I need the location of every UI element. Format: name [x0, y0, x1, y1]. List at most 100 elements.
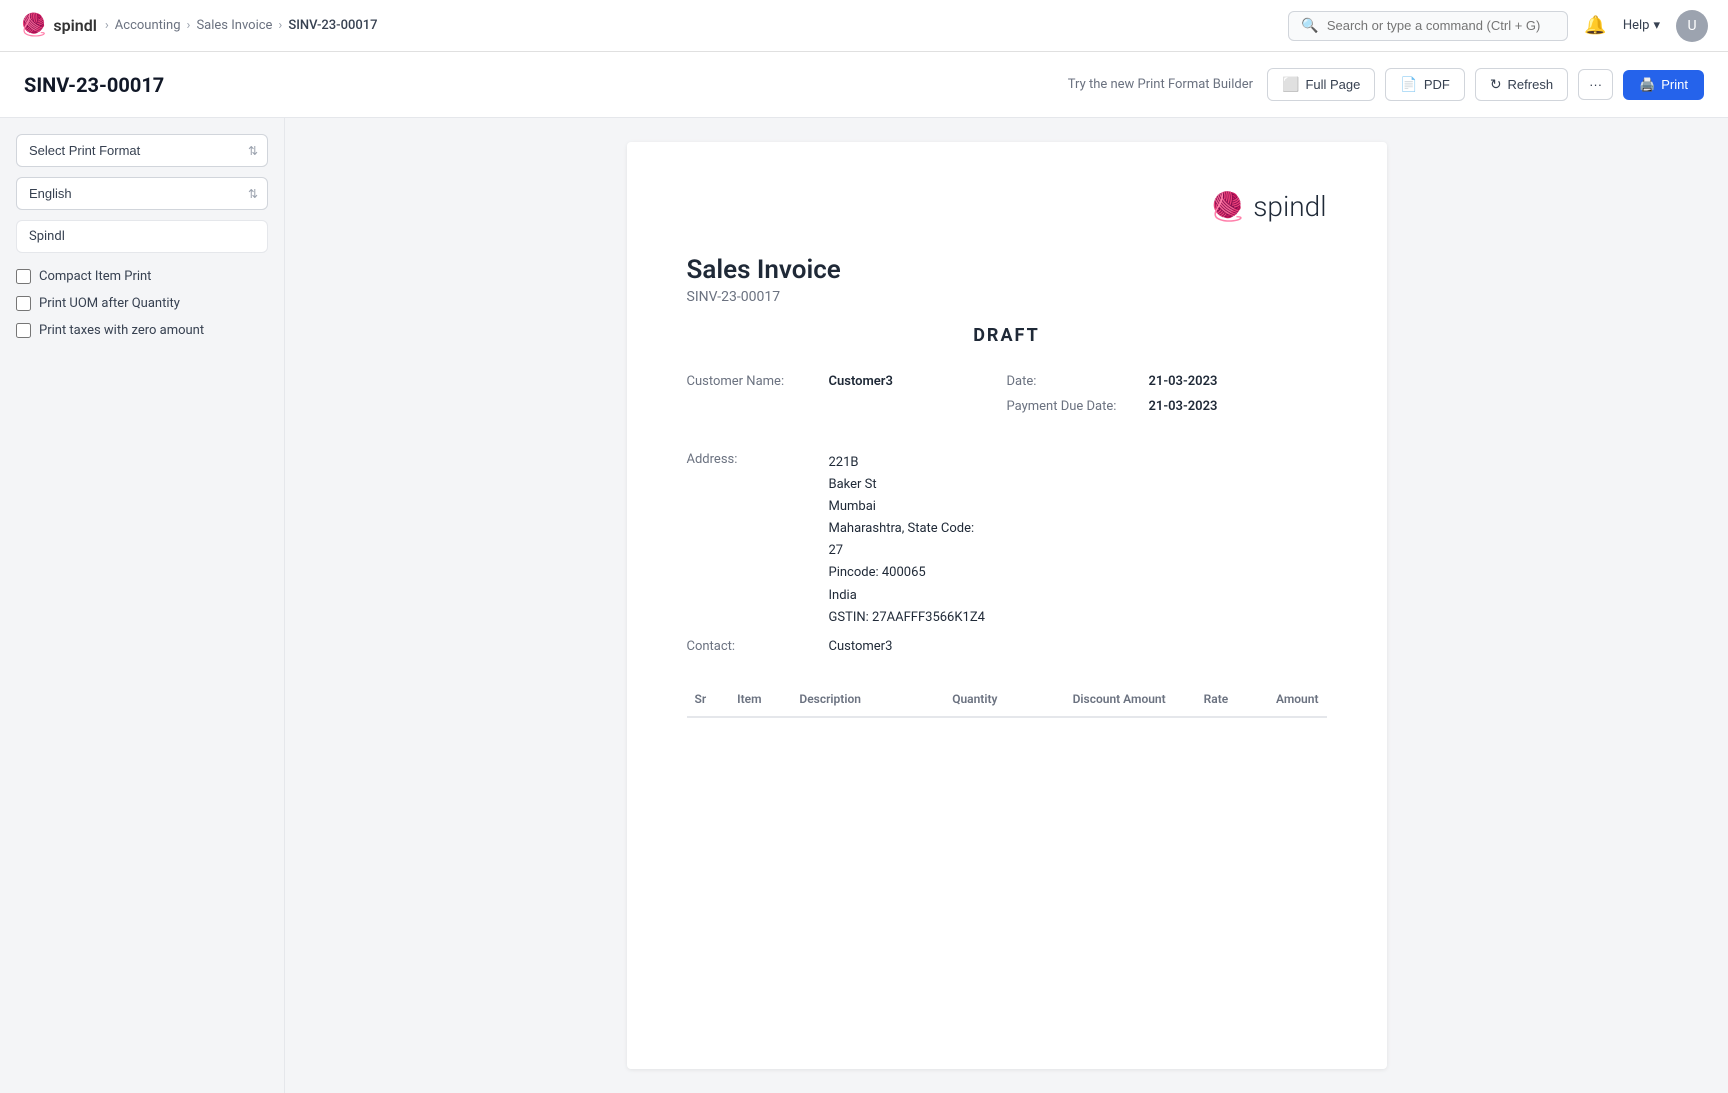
print-button[interactable]: 🖨️ Print [1623, 70, 1704, 100]
nav-right: 🔍 🔔 Help ▾ U [1288, 10, 1708, 42]
contact-value: Customer3 [829, 639, 893, 654]
address-line-0: 221B [829, 452, 985, 474]
col-item: Item [729, 682, 791, 717]
payment-due-row: Payment Due Date: 21-03-2023 [1007, 399, 1327, 414]
search-bar[interactable]: 🔍 [1288, 11, 1568, 41]
table-header-row: Sr Item Description Quantity Discount Am… [687, 682, 1327, 717]
company-tag: Spindl [16, 220, 268, 253]
address-line-6: India [829, 585, 985, 607]
pdf-label: PDF [1424, 77, 1450, 92]
address-line-1: Baker St [829, 474, 985, 496]
bell-icon[interactable]: 🔔 [1584, 15, 1606, 36]
invoice-title: Sales Invoice [687, 255, 1327, 285]
pdf-button[interactable]: 📄 PDF [1385, 68, 1464, 101]
full-page-icon: ⬜ [1282, 76, 1299, 93]
sidebar: Select Print Format ⇅ English ⇅ Spindl C… [0, 118, 285, 1093]
address-row: Address: 221B Baker St Mumbai Maharashtr… [687, 452, 1327, 629]
breadcrumb-current: SINV-23-00017 [288, 18, 377, 33]
page-title: SINV-23-00017 [24, 73, 164, 97]
language-select[interactable]: English [16, 177, 268, 210]
print-format-select[interactable]: Select Print Format [16, 134, 268, 167]
items-table: Sr Item Description Quantity Discount Am… [687, 682, 1327, 718]
invoice-logo: 🧶 spindl [687, 190, 1327, 223]
print-taxes-checkbox[interactable] [16, 323, 31, 338]
language-wrapper: English ⇅ [16, 177, 268, 210]
refresh-label: Refresh [1508, 77, 1554, 92]
address-line-3: Maharashtra, State Code: [829, 518, 985, 540]
invoice-logo-text: 🧶 spindl [1210, 190, 1326, 223]
print-icon: 🖨️ [1639, 77, 1655, 93]
date-info-col: Date: 21-03-2023 Payment Due Date: 21-03… [1007, 374, 1327, 424]
address-content: 221B Baker St Mumbai Maharashtra, State … [829, 452, 985, 629]
date-row: Date: 21-03-2023 [1007, 374, 1327, 389]
address-line-7: GSTIN: 27AAFFF3566K1Z4 [829, 607, 985, 629]
invoice-logo-name: spindl [1253, 190, 1326, 223]
help-button[interactable]: Help ▾ [1623, 18, 1660, 33]
print-taxes-label: Print taxes with zero amount [39, 323, 204, 338]
refresh-icon: ↻ [1490, 76, 1502, 93]
full-page-label: Full Page [1305, 77, 1360, 92]
address-line-5: Pincode: 400065 [829, 562, 985, 584]
invoice-document: 🧶 spindl Sales Invoice SINV-23-00017 DRA… [627, 142, 1387, 1069]
table-header: Sr Item Description Quantity Discount Am… [687, 682, 1327, 717]
page-header: SINV-23-00017 Try the new Print Format B… [0, 52, 1728, 118]
search-input[interactable] [1327, 18, 1556, 33]
col-description: Description [791, 682, 911, 717]
breadcrumb-accounting[interactable]: Accounting [115, 18, 181, 33]
address-line-4: 27 [829, 540, 985, 562]
col-discount-amount: Discount Amount [1005, 682, 1173, 717]
breadcrumb-sep-2: › [278, 18, 282, 33]
payment-due-label: Payment Due Date: [1007, 399, 1137, 414]
nav-left: 🧶 spindl › Accounting › Sales Invoice › … [20, 13, 378, 38]
compact-item-checkbox[interactable] [16, 269, 31, 284]
checkbox-group: Compact Item Print Print UOM after Quant… [16, 269, 268, 338]
customer-name-label: Customer Name: [687, 374, 817, 389]
avatar[interactable]: U [1676, 10, 1708, 42]
invoice-draft-label: DRAFT [687, 325, 1327, 346]
contact-label: Contact: [687, 639, 817, 654]
col-amount: Amount [1236, 682, 1326, 717]
company-label: Spindl [29, 229, 65, 244]
invoice-logo-icon: 🧶 [1210, 190, 1245, 223]
help-chevron-icon: ▾ [1653, 18, 1660, 33]
full-page-button[interactable]: ⬜ Full Page [1267, 68, 1375, 101]
pdf-icon: 📄 [1400, 76, 1417, 93]
breadcrumb-sales-invoice[interactable]: Sales Invoice [196, 18, 272, 33]
breadcrumb-sep-1: › [187, 18, 191, 33]
breadcrumb-sep-0: › [105, 18, 109, 33]
print-format-wrapper: Select Print Format ⇅ [16, 134, 268, 167]
date-label: Date: [1007, 374, 1137, 389]
search-icon: 🔍 [1301, 18, 1318, 34]
try-builder-text: Try the new Print Format Builder [1068, 77, 1253, 92]
logo-icon: 🧶 [20, 13, 47, 38]
payment-due-value: 21-03-2023 [1149, 399, 1218, 414]
customer-name-row: Customer Name: Customer3 [687, 374, 1007, 424]
more-label: ··· [1589, 77, 1602, 92]
address-label: Address: [687, 452, 817, 629]
logo-text: spindl [53, 16, 96, 35]
col-sr: Sr [687, 682, 730, 717]
invoice-number: SINV-23-00017 [687, 289, 1327, 305]
logo[interactable]: 🧶 spindl [20, 13, 97, 38]
col-rate: Rate [1174, 682, 1237, 717]
compact-item-checkbox-row[interactable]: Compact Item Print [16, 269, 268, 284]
more-button[interactable]: ··· [1578, 69, 1613, 100]
customer-name-value: Customer3 [829, 374, 893, 389]
header-actions: Try the new Print Format Builder ⬜ Full … [1068, 68, 1704, 101]
content-area: 🧶 spindl Sales Invoice SINV-23-00017 DRA… [285, 118, 1728, 1093]
print-label: Print [1661, 77, 1688, 92]
print-taxes-checkbox-row[interactable]: Print taxes with zero amount [16, 323, 268, 338]
refresh-button[interactable]: ↻ Refresh [1475, 68, 1568, 101]
help-label: Help [1623, 18, 1650, 33]
top-navigation: 🧶 spindl › Accounting › Sales Invoice › … [0, 0, 1728, 52]
invoice-info-grid: Customer Name: Customer3 Date: 21-03-202… [687, 374, 1327, 424]
col-quantity: Quantity [911, 682, 1005, 717]
contact-row: Contact: Customer3 [687, 639, 1327, 654]
main-layout: Select Print Format ⇅ English ⇅ Spindl C… [0, 118, 1728, 1093]
breadcrumb: › Accounting › Sales Invoice › SINV-23-0… [105, 18, 378, 33]
print-uom-label: Print UOM after Quantity [39, 296, 180, 311]
customer-info-row: Customer Name: Customer3 [687, 374, 1007, 389]
address-line-2: Mumbai [829, 496, 985, 518]
print-uom-checkbox[interactable] [16, 296, 31, 311]
print-uom-checkbox-row[interactable]: Print UOM after Quantity [16, 296, 268, 311]
